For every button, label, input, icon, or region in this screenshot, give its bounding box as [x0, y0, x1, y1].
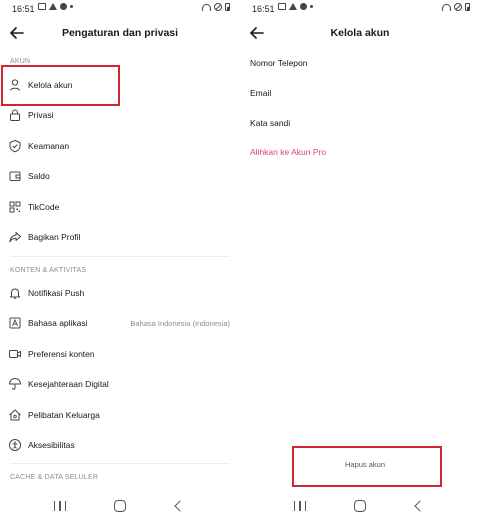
- highlight-box-manage-account: [1, 65, 120, 106]
- menu-item-tikcode[interactable]: TikCode: [0, 192, 240, 222]
- account-item-email[interactable]: Email: [250, 88, 271, 98]
- gallery-icon: [38, 3, 46, 10]
- video-icon: [9, 350, 21, 358]
- do-not-disturb-icon: [454, 3, 462, 11]
- section-heading-content-activity: KONTEN & AKTIVITAS: [10, 267, 87, 274]
- menu-item-family-pairing[interactable]: Pelibatan Keluarga: [0, 400, 240, 430]
- share-icon: [9, 232, 21, 243]
- battery-icon: [465, 3, 470, 11]
- battery-icon: [225, 3, 230, 11]
- system-back-icon[interactable]: [174, 500, 186, 512]
- home-button-icon[interactable]: [114, 500, 126, 512]
- gallery-icon: [278, 3, 286, 10]
- do-not-disturb-icon: [214, 3, 222, 11]
- section-heading-account: AKUN: [10, 58, 31, 65]
- notification-icon: [60, 3, 67, 10]
- menu-item-label: Notifikasi Push: [28, 288, 85, 298]
- top-header: Kelola akun: [240, 22, 480, 44]
- lock-icon: [10, 109, 20, 121]
- language-icon: [9, 317, 21, 329]
- umbrella-icon: [9, 378, 21, 390]
- menu-item-share-profile[interactable]: Bagikan Profil: [0, 222, 240, 252]
- section-divider: [10, 256, 230, 257]
- top-header: Pengaturan dan privasi: [0, 22, 240, 44]
- section-heading-cache-data: CACHE & DATA SELULER: [10, 474, 99, 481]
- notification-icon: [300, 3, 307, 10]
- account-item-phone-number[interactable]: Nomor Telepon: [250, 58, 308, 68]
- shield-icon: [9, 139, 21, 153]
- menu-item-label: Bahasa aplikasi: [28, 318, 88, 328]
- wallet-icon: [9, 171, 21, 181]
- more-notifications-icon: [310, 5, 313, 8]
- menu-item-label: Kesejahteraan Digital: [28, 379, 109, 389]
- warning-icon: [289, 3, 297, 10]
- highlight-box-delete-account: [292, 446, 442, 487]
- menu-item-label: Aksesibilitas: [28, 440, 75, 450]
- warning-icon: [49, 3, 57, 10]
- qr-code-icon: [9, 201, 21, 213]
- recent-apps-icon[interactable]: [54, 501, 66, 511]
- more-notifications-icon: [70, 5, 73, 8]
- menu-item-label: Preferensi konten: [28, 349, 95, 359]
- menu-item-label: Bagikan Profil: [28, 232, 81, 242]
- menu-item-push-notifications[interactable]: Notifikasi Push: [0, 278, 240, 308]
- menu-item-label: Privasi: [28, 110, 54, 120]
- system-nav-bar: [240, 493, 480, 521]
- menu-item-label: Saldo: [28, 171, 50, 181]
- recent-apps-icon[interactable]: [294, 501, 306, 511]
- home-button-icon[interactable]: [354, 500, 366, 512]
- status-bar: 16:51: [240, 0, 480, 18]
- manage-account-screen: 16:51 Kelola akun Nomor Telepon Email Ka…: [240, 0, 480, 521]
- page-title: Pengaturan dan privasi: [61, 27, 179, 39]
- menu-item-digital-wellbeing[interactable]: Kesejahteraan Digital: [0, 369, 240, 399]
- bell-icon: [10, 288, 20, 299]
- status-time: 16:51: [252, 4, 275, 14]
- system-nav-bar: [0, 493, 240, 521]
- menu-item-app-language[interactable]: Bahasa aplikasi Bahasa Indonesia (Indone…: [0, 308, 240, 338]
- accessibility-icon: [9, 439, 21, 451]
- page-title: Kelola akun: [330, 27, 390, 39]
- wifi-icon: [202, 3, 211, 11]
- account-item-password[interactable]: Kata sandi: [250, 118, 290, 128]
- menu-item-content-preferences[interactable]: Preferensi konten: [0, 339, 240, 369]
- menu-item-label: Keamanan: [28, 141, 70, 151]
- status-bar: 16:51: [0, 0, 240, 18]
- switch-to-pro-account-link[interactable]: Alihkan ke Akun Pro: [250, 147, 326, 157]
- settings-privacy-screen: 16:51 Pengaturan dan privasi AKUN Kelola…: [0, 0, 240, 521]
- menu-item-label: Pelibatan Keluarga: [28, 410, 100, 420]
- menu-item-accessibility[interactable]: Aksesibilitas: [0, 430, 240, 460]
- home-icon: [9, 409, 21, 421]
- menu-item-balance[interactable]: Saldo: [0, 161, 240, 191]
- system-back-icon[interactable]: [414, 500, 426, 512]
- wifi-icon: [442, 3, 451, 11]
- section-divider: [10, 463, 230, 464]
- menu-item-label: TikCode: [28, 202, 60, 212]
- status-time: 16:51: [12, 4, 35, 14]
- menu-item-security[interactable]: Keamanan: [0, 131, 240, 161]
- current-language-value: Bahasa Indonesia (Indonesia): [130, 319, 230, 328]
